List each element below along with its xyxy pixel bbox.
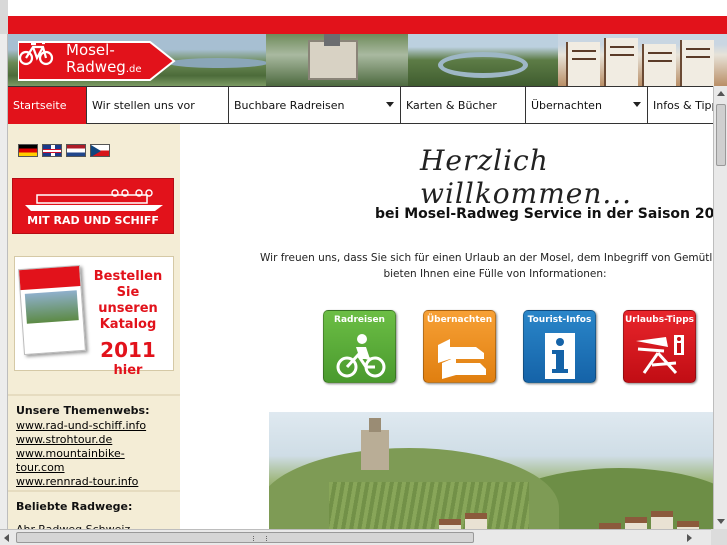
tile-label: Übernachten <box>426 315 493 325</box>
logo-line2: Radweg <box>66 58 126 76</box>
flag-de-icon[interactable] <box>18 144 38 157</box>
top-red-bar <box>0 0 727 50</box>
logo-text: Mosel- Radweg.de <box>66 42 142 78</box>
logo-tld: .de <box>125 64 142 75</box>
bicycle-icon <box>18 41 54 66</box>
scroll-left-arrow-icon[interactable] <box>4 534 9 542</box>
main-navigation: Startseite Wir stellen uns vor Buchbare … <box>8 86 713 124</box>
cyclist-icon <box>336 334 386 378</box>
vertical-scroll-thumb[interactable] <box>716 104 726 166</box>
catalog-cover-image <box>18 264 86 356</box>
link-rad-und-schiff[interactable]: www.rad-und-schiff.info <box>16 419 172 433</box>
tile-uebernachten[interactable]: Übernachten <box>423 310 496 383</box>
half-timbered-houses-photo <box>558 34 727 86</box>
nav-label: Infos & Tipps <box>653 99 713 112</box>
catalog-year: 2011 <box>100 338 156 362</box>
language-flags <box>18 144 190 157</box>
nav-uebernachten[interactable]: Übernachten <box>526 87 648 124</box>
vertical-scrollbar[interactable] <box>713 86 727 529</box>
deckchair-icon <box>636 335 684 375</box>
flag-cz-icon[interactable] <box>90 144 110 157</box>
header-photo-strip: Mosel- Radweg.de <box>8 34 727 86</box>
theme-webs-heading: Unsere Themenwebs: <box>16 404 150 417</box>
catalog-line3: Katalog <box>99 317 157 332</box>
logo-line1: Mosel- <box>66 41 115 59</box>
flag-en-icon[interactable] <box>42 144 62 157</box>
horizontal-scrollbar[interactable] <box>0 529 727 545</box>
nav-label: Karten & Bücher <box>406 99 497 112</box>
flag-nl-icon[interactable] <box>66 144 86 157</box>
sidebar: MIT RAD UND SCHIFF Bestellen Sie unseren… <box>8 124 180 536</box>
nav-label: Buchbare Radreisen <box>234 99 345 112</box>
nav-infos-tipps[interactable]: Infos & Tipps <box>648 87 713 124</box>
ship-icon <box>25 189 163 211</box>
nav-startseite[interactable]: Startseite <box>8 87 87 124</box>
scroll-down-arrow-icon[interactable] <box>717 519 725 524</box>
page-headline: bei Mosel-Radweg Service in der Saison 2… <box>375 206 713 222</box>
rad-und-schiff-banner[interactable]: MIT RAD UND SCHIFF <box>12 178 174 234</box>
catalog-line1: Bestellen Sie <box>93 269 163 300</box>
tile-urlaubs-tipps[interactable]: Urlaubs-Tipps <box>623 310 696 383</box>
catalog-order-banner[interactable]: Bestellen Sie unseren Katalog 2011 hier <box>14 256 174 378</box>
castle-photo <box>266 34 408 86</box>
link-strohtour[interactable]: www.strohtour.de <box>16 433 172 447</box>
tile-radreisen[interactable]: Radreisen <box>323 310 396 383</box>
bed-icon <box>438 339 486 379</box>
intro-line1: Wir freuen uns, dass Sie sich für einen … <box>260 252 713 264</box>
popular-paths-heading: Beliebte Radwege: <box>16 500 133 513</box>
tile-label: Urlaubs-Tipps <box>625 315 694 325</box>
horizontal-scroll-thumb[interactable] <box>16 532 474 543</box>
info-icon <box>545 333 575 379</box>
nav-wir-stellen-uns-vor[interactable]: Wir stellen uns vor <box>87 87 229 124</box>
main-content: Herzlich willkommen... bei Mosel-Radweg … <box>180 124 713 529</box>
left-edge <box>0 34 8 529</box>
river-bend-photo <box>408 34 558 86</box>
link-rennrad-tour[interactable]: www.rennrad-tour.info <box>16 475 172 489</box>
cochem-castle-photo <box>269 412 713 529</box>
welcome-script: Herzlich willkommen... <box>420 144 633 210</box>
catalog-line4: hier <box>113 363 143 378</box>
catalog-text: Bestellen Sie unseren Katalog 2011 hier <box>85 269 171 379</box>
scroll-up-arrow-icon[interactable] <box>717 91 725 96</box>
nav-karten-buecher[interactable]: Karten & Bücher <box>401 87 526 124</box>
scroll-right-arrow-icon[interactable] <box>687 534 692 542</box>
nav-label: Wir stellen uns vor <box>92 99 195 112</box>
nav-label: Übernachten <box>531 99 602 112</box>
link-mountainbike-tour[interactable]: www.mountainbike-tour.com <box>16 447 172 475</box>
tile-label: Tourist-Infos <box>527 315 592 325</box>
tile-tourist-infos[interactable]: Tourist-Infos <box>523 310 596 383</box>
intro-line2: bieten Ihnen eine Fülle von Informatione… <box>383 268 607 280</box>
ship-banner-text: MIT RAD UND SCHIFF <box>27 214 159 227</box>
dropdown-arrow-icon <box>633 102 641 107</box>
nav-label: Startseite <box>13 99 67 112</box>
scrollbar-corner <box>711 529 727 545</box>
nav-buchbare-radreisen[interactable]: Buchbare Radreisen <box>229 87 401 124</box>
theme-webs-section: Unsere Themenwebs: www.rad-und-schiff.in… <box>8 394 180 497</box>
browser-viewport: Mosel- Radweg.de Startseite Wir stellen … <box>0 0 727 545</box>
site-logo[interactable]: Mosel- Radweg.de <box>18 40 178 82</box>
catalog-line2: unseren <box>98 301 158 316</box>
tile-label: Radreisen <box>334 315 385 325</box>
dropdown-arrow-icon <box>386 102 394 107</box>
intro-text: Wir freuen uns, dass Sie sich für einen … <box>260 250 713 282</box>
